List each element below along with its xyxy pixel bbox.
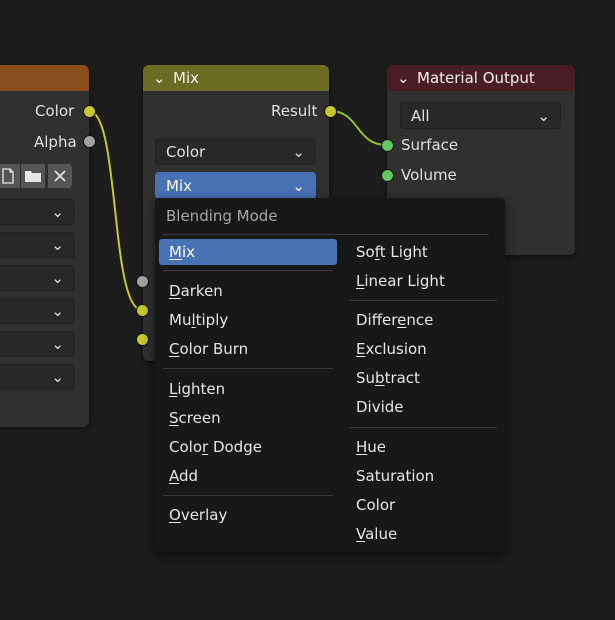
menu-item-color[interactable]: Color [356,492,395,518]
image-setting-dropdown[interactable]: ⌄ [0,298,75,324]
chevron-down-icon: ⌄ [51,203,64,221]
mix-node-header[interactable]: ⌄ Mix [143,65,329,91]
new-image-icon [2,168,14,184]
open-folder-icon [25,171,41,182]
menu-item-multiply[interactable]: Multiply [169,307,228,333]
alpha-output-label: Alpha [34,133,77,151]
image-texture-node-header[interactable] [0,65,89,91]
color-link [88,110,143,311]
menu-item-divide[interactable]: Divide [356,394,404,420]
menu-item-hue[interactable]: Hue [356,434,386,460]
menu-item-add[interactable]: Add [169,463,198,489]
menu-item-exclusion[interactable]: Exclusion [356,336,427,362]
collapse-chevron-icon[interactable]: ⌄ [397,69,411,87]
chevron-down-icon: ⌄ [51,368,64,386]
menu-item-difference[interactable]: Difference [356,307,433,333]
chevron-down-icon: ⌄ [51,236,64,254]
material-output-title: Material Output [417,69,535,87]
surface-input-socket[interactable] [381,139,394,152]
menu-item-color-dodge[interactable]: Color Dodge [169,434,262,460]
target-dropdown[interactable]: All ⌄ [400,102,561,129]
result-surface-link [329,110,388,146]
alpha-output-socket[interactable] [83,135,96,148]
b-input-socket[interactable] [136,333,149,346]
blend-mode-dropdown[interactable]: Mix ⌄ [155,172,316,199]
menu-item-saturation[interactable]: Saturation [356,463,434,489]
volume-input-label: Volume [401,166,457,184]
image-setting-dropdown[interactable]: ⌄ [0,364,75,390]
menu-item-linear-light[interactable]: Linear Light [356,268,445,294]
menu-item-color-burn[interactable]: Color Burn [169,336,248,362]
blend-mode-value: Mix [166,176,192,195]
menu-item-darken[interactable]: Darken [169,278,223,304]
menu-item-mix[interactable]: Mix [159,239,337,265]
material-output-header[interactable]: ⌄ Material Output [387,65,575,91]
image-setting-dropdown[interactable]: ⌄ [0,232,75,258]
menu-title: Blending Mode [166,207,278,225]
factor-input-socket[interactable] [136,275,149,288]
close-icon [54,170,66,182]
mix-node-title: Mix [173,69,199,87]
a-input-socket[interactable] [136,304,149,317]
image-setting-dropdown[interactable]: ⌄ [0,199,75,225]
menu-separator [163,234,489,235]
data-type-value: Color [166,142,206,161]
chevron-down-icon: ⌄ [292,142,305,161]
menu-separator [163,368,333,369]
chevron-down-icon: ⌄ [51,335,64,353]
result-output-label: Result [271,102,318,120]
new-image-button[interactable] [0,164,20,188]
menu-separator [349,427,497,428]
chevron-down-icon: ⌄ [292,176,305,195]
menu-separator [349,300,497,301]
menu-item-overlay[interactable]: Overlay [169,502,227,528]
menu-item-value[interactable]: Value [356,521,397,547]
chevron-down-icon: ⌄ [51,302,64,320]
image-setting-dropdown[interactable]: ⌄ [0,265,75,291]
menu-item-lighten[interactable]: Lighten [169,376,225,402]
color-output-socket[interactable] [83,105,96,118]
color-output-label: Color [35,102,75,120]
open-image-button[interactable] [21,164,45,188]
menu-item-subtract[interactable]: Subtract [356,365,420,391]
chevron-down-icon: ⌄ [51,269,64,287]
target-value: All [411,106,430,125]
menu-item-screen[interactable]: Screen [169,405,221,431]
volume-input-socket[interactable] [381,169,394,182]
surface-input-label: Surface [401,136,459,154]
chevron-down-icon: ⌄ [537,106,550,125]
image-setting-dropdown[interactable]: ⌄ [0,331,75,357]
result-output-socket[interactable] [324,105,337,118]
data-type-dropdown[interactable]: Color ⌄ [155,138,316,165]
blending-mode-menu: Blending Mode Mix Darken Multiply Color … [155,198,505,552]
collapse-chevron-icon[interactable]: ⌄ [153,69,167,87]
unlink-image-button[interactable] [48,164,72,188]
menu-separator [163,495,333,496]
menu-separator [163,270,333,271]
menu-item-soft-light[interactable]: Soft Light [356,239,428,265]
